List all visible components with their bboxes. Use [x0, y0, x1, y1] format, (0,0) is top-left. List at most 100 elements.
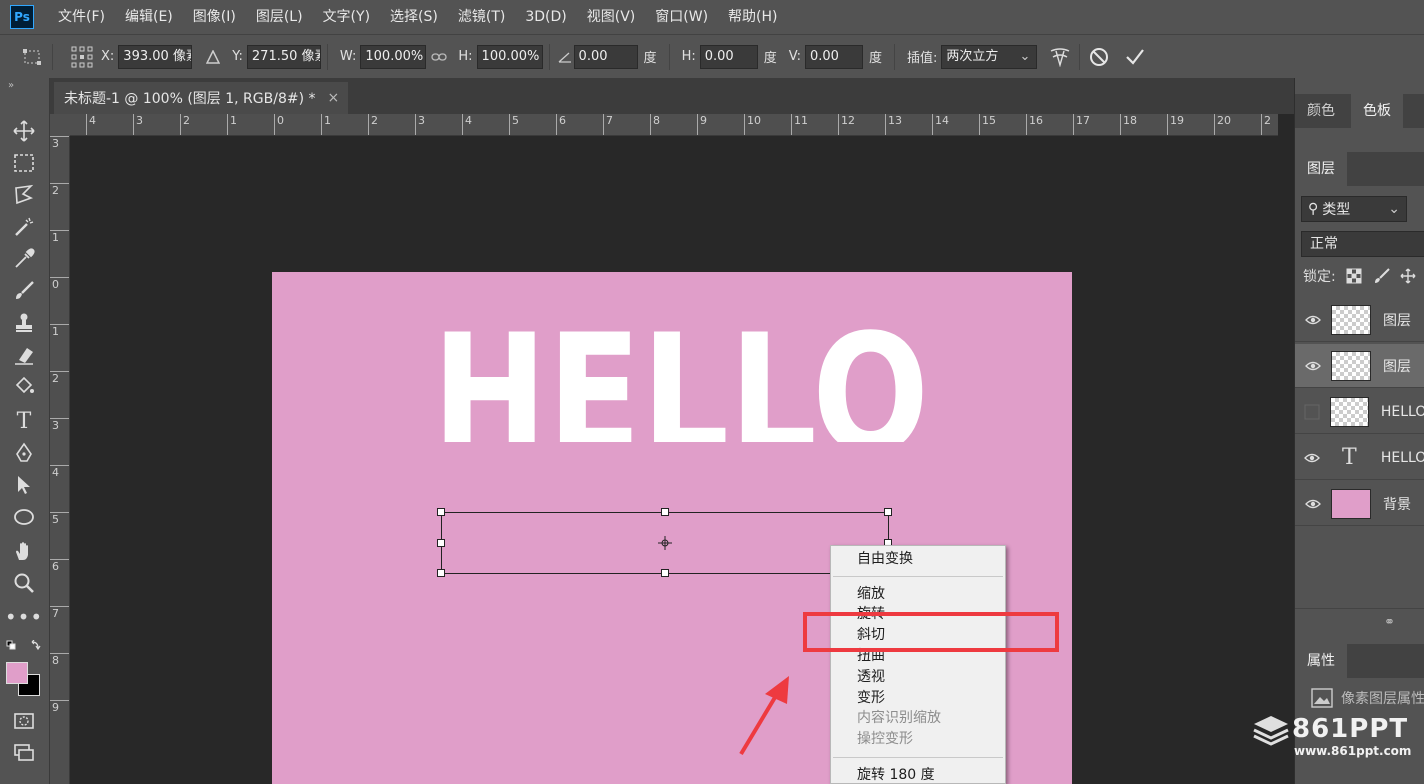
context-menu-item[interactable]: 变形	[857, 688, 885, 708]
interpolation-select[interactable]: 两次立方 ⌄	[941, 44, 1038, 69]
menu-select[interactable]: 选择(S)	[380, 0, 448, 34]
collapse-toolbar-icon[interactable]: »	[8, 80, 14, 91]
layer-thumbnail	[1329, 396, 1369, 427]
visibility-eye-icon[interactable]	[1295, 453, 1330, 463]
type-tool-icon[interactable]: T	[9, 406, 39, 436]
menu-type[interactable]: 文字(Y)	[313, 0, 380, 34]
context-menu-item[interactable]: 透视	[857, 667, 885, 687]
watermark: 861PPT www.861ppt.com	[1252, 714, 1424, 764]
cancel-transform-icon[interactable]	[1086, 44, 1112, 70]
brush-tool-icon[interactable]	[9, 276, 39, 306]
ruler-h-tick: 9	[697, 114, 707, 135]
layers-panel-tabs: 图层	[1295, 152, 1424, 186]
vskew-input[interactable]: 0.00	[804, 44, 863, 69]
menu-layer[interactable]: 图层(L)	[246, 0, 313, 34]
transform-handle-bottom-left[interactable]	[437, 569, 445, 577]
hskew-input[interactable]: 0.00	[699, 44, 758, 69]
chevron-down-icon: ⌄	[1019, 48, 1031, 64]
layer-thumbnail	[1331, 350, 1371, 381]
pen-tool-icon[interactable]	[9, 438, 39, 468]
marquee-tool-icon[interactable]	[9, 148, 39, 178]
close-document-icon[interactable]: ×	[328, 90, 340, 106]
hand-tool-icon[interactable]	[9, 536, 39, 566]
quick-mask-icon[interactable]	[9, 706, 39, 736]
commit-transform-icon[interactable]	[1122, 44, 1148, 70]
angle-input[interactable]: 0.00	[573, 44, 638, 69]
eyedropper-tool-icon[interactable]	[9, 244, 39, 274]
path-selection-tool-icon[interactable]	[9, 470, 39, 500]
menu-image[interactable]: 图像(I)	[183, 0, 246, 34]
context-menu-item[interactable]: 缩放	[857, 584, 885, 604]
transform-handle-top[interactable]	[661, 508, 669, 516]
search-icon: ⚲	[1308, 201, 1319, 217]
blend-mode-select[interactable]: 正常	[1301, 231, 1424, 257]
y-input[interactable]: 271.50 像素	[246, 44, 321, 69]
link-layers-icon[interactable]: ⚭	[1384, 615, 1395, 630]
x-input[interactable]: 393.00 像素	[118, 44, 193, 69]
context-menu-item[interactable]: 旋转 180 度	[857, 765, 935, 784]
reference-point-icon[interactable]	[69, 44, 95, 70]
menu-window[interactable]: 窗口(W)	[645, 0, 718, 34]
screen-mode-icon[interactable]	[9, 738, 39, 768]
layer-filter-select[interactable]: ⚲ 类型 ⌄	[1301, 196, 1407, 222]
visibility-eye-icon[interactable]	[1295, 404, 1330, 420]
lock-position-icon[interactable]	[1400, 268, 1416, 284]
transform-handle-top-left[interactable]	[437, 508, 445, 516]
layer-row[interactable]: 背景	[1295, 482, 1424, 526]
paint-bucket-tool-icon[interactable]	[9, 372, 39, 402]
hello-text-layer[interactable]: HELLO	[432, 312, 929, 442]
eraser-tool-icon[interactable]	[9, 340, 39, 370]
visibility-eye-icon[interactable]	[1295, 315, 1331, 325]
lock-transparent-pixels-icon[interactable]	[1346, 268, 1362, 284]
menu-filter[interactable]: 滤镜(T)	[448, 0, 515, 34]
tab-swatches[interactable]: 色板	[1351, 94, 1403, 128]
x-label: X:	[101, 49, 115, 64]
layer-row[interactable]: 图层	[1295, 298, 1424, 342]
zoom-tool-icon[interactable]	[9, 568, 39, 598]
visibility-eye-icon[interactable]	[1295, 499, 1331, 509]
tab-layers[interactable]: 图层	[1295, 152, 1347, 186]
tab-properties[interactable]: 属性	[1295, 644, 1347, 678]
height-input[interactable]: 100.00%	[476, 44, 543, 69]
layer-row[interactable]: 图层	[1295, 344, 1424, 388]
angle-icon	[556, 44, 574, 70]
interpolation-value: 两次立方	[946, 48, 999, 64]
lasso-tool-icon[interactable]	[9, 180, 39, 210]
hskew-label: H:	[681, 49, 696, 64]
transform-handle-left[interactable]	[437, 539, 445, 547]
vskew-unit: 度	[868, 51, 882, 66]
ellipse-tool-icon[interactable]	[9, 502, 39, 532]
vertical-ruler[interactable]: 3 2 1 0 1 2 3 4 5 6 7 8 9	[50, 136, 70, 784]
menu-edit[interactable]: 编辑(E)	[115, 0, 183, 34]
magic-wand-tool-icon[interactable]	[9, 212, 39, 242]
stamp-tool-icon[interactable]	[9, 308, 39, 338]
width-input[interactable]: 100.00%	[360, 44, 427, 69]
foreground-color-swatch[interactable]	[6, 662, 28, 684]
lock-label: 锁定:	[1303, 269, 1336, 285]
transform-handle-top-right[interactable]	[884, 508, 892, 516]
move-tool-icon[interactable]	[9, 116, 39, 146]
photoshop-logo-icon: Ps	[10, 5, 34, 29]
properties-panel-tabs: 属性	[1295, 644, 1424, 678]
visibility-eye-icon[interactable]	[1295, 361, 1331, 371]
transform-handle-bottom[interactable]	[661, 569, 669, 577]
link-icon[interactable]	[426, 44, 452, 70]
layer-name: HELLO	[1380, 449, 1424, 466]
menu-file[interactable]: 文件(F)	[48, 0, 115, 34]
layer-row[interactable]: T HELLO	[1295, 436, 1424, 480]
layer-row[interactable]: HELLO	[1295, 390, 1424, 434]
lock-image-pixels-icon[interactable]	[1374, 268, 1390, 284]
document-tab[interactable]: 未标题-1 @ 100% (图层 1, RGB/8#) * ×	[54, 82, 348, 114]
delta-icon[interactable]	[200, 44, 226, 70]
transform-center-icon[interactable]	[658, 536, 672, 550]
menu-3d[interactable]: 3D(D)	[515, 0, 576, 34]
swap-colors-icon[interactable]	[6, 639, 42, 654]
menu-help[interactable]: 帮助(H)	[718, 0, 787, 34]
tab-color[interactable]: 颜色	[1295, 94, 1347, 128]
menu-view[interactable]: 视图(V)	[577, 0, 646, 34]
context-menu-item[interactable]: 自由变换	[857, 549, 913, 569]
more-tools-icon[interactable]: •••	[5, 602, 42, 632]
transform-tool-icon[interactable]	[20, 44, 46, 70]
horizontal-ruler[interactable]: 4 3 2 1 0 1 2 3 4 5 6 7 8 9 10 11 12 13 14 15 16 17 18 19 20 2	[70, 114, 1278, 136]
warp-mode-icon[interactable]	[1047, 44, 1073, 70]
